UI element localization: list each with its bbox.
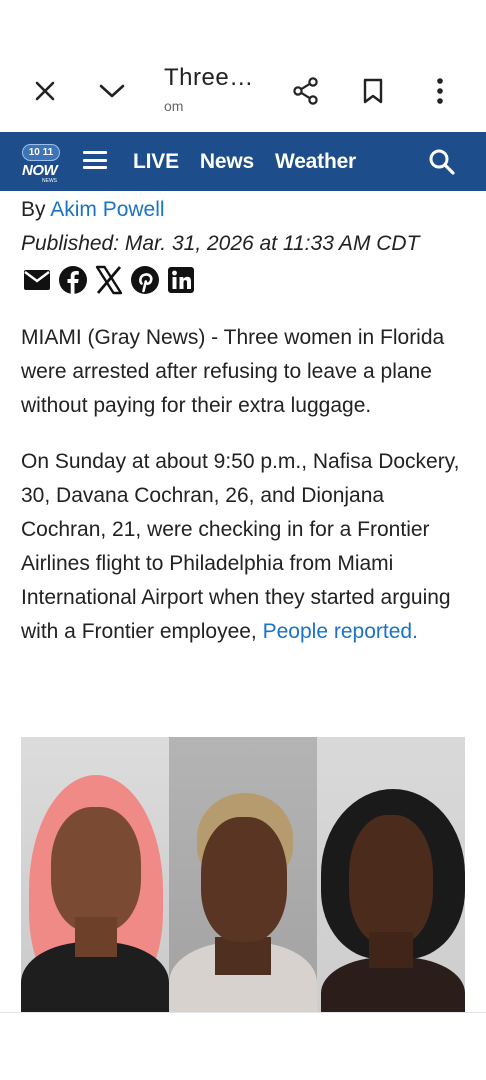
mugshot-panel (169, 737, 317, 1013)
share-buttons (21, 264, 196, 295)
email-icon[interactable] (21, 264, 52, 295)
pinterest-icon[interactable] (129, 264, 160, 295)
more-vert-icon[interactable] (418, 69, 462, 113)
byline: By Akim Powell (21, 198, 165, 222)
site-nav-bar: 10 11 NOW NEWS LIVE News Weather (0, 132, 486, 191)
page-url: om (164, 98, 184, 114)
article-paragraph-text: On Sunday at about 9:50 p.m., Nafisa Doc… (21, 450, 460, 643)
author-link[interactable]: Akim Powell (50, 198, 164, 221)
chevron-down-icon[interactable] (90, 69, 134, 113)
close-icon[interactable] (23, 69, 67, 113)
linkedin-icon[interactable] (165, 264, 196, 295)
published-date: Published: Mar. 31, 2026 at 11:33 AM CDT (21, 232, 420, 255)
nav-link-weather[interactable]: Weather (275, 150, 356, 174)
tab-title-area[interactable]: Three… om (164, 64, 274, 114)
byline-prefix: By (21, 198, 46, 221)
article-body: MIAMI (Gray News) - Three women in Flori… (21, 321, 471, 671)
logo-sub: NEWS (42, 178, 57, 184)
nav-links: LIVE News Weather (133, 132, 356, 191)
nav-link-news[interactable]: News (200, 150, 254, 174)
people-link[interactable]: People reported. (263, 620, 418, 643)
page-title: Three… (164, 64, 254, 91)
divider (0, 1012, 486, 1013)
facebook-icon[interactable] (57, 264, 88, 295)
x-icon[interactable] (93, 264, 124, 295)
browser-toolbar: Three… om (0, 50, 486, 132)
article-paragraph: MIAMI (Gray News) - Three women in Flori… (21, 326, 445, 417)
logo-channel-badge: 10 11 (22, 144, 60, 161)
logo-brand: NOW (22, 162, 58, 179)
article-image[interactable] (21, 737, 465, 1013)
nav-link-live[interactable]: LIVE (133, 150, 179, 174)
article-paragraph: On Sunday at about 9:50 p.m., Nafisa Doc… (21, 445, 471, 649)
mugshot-panel (317, 737, 465, 1013)
bookmark-icon[interactable] (351, 69, 395, 113)
menu-icon[interactable] (83, 148, 107, 172)
site-logo[interactable]: 10 11 NOW NEWS (20, 140, 64, 184)
mugshot-panel (21, 737, 169, 1013)
search-icon[interactable] (427, 147, 457, 177)
share-icon[interactable] (284, 69, 328, 113)
